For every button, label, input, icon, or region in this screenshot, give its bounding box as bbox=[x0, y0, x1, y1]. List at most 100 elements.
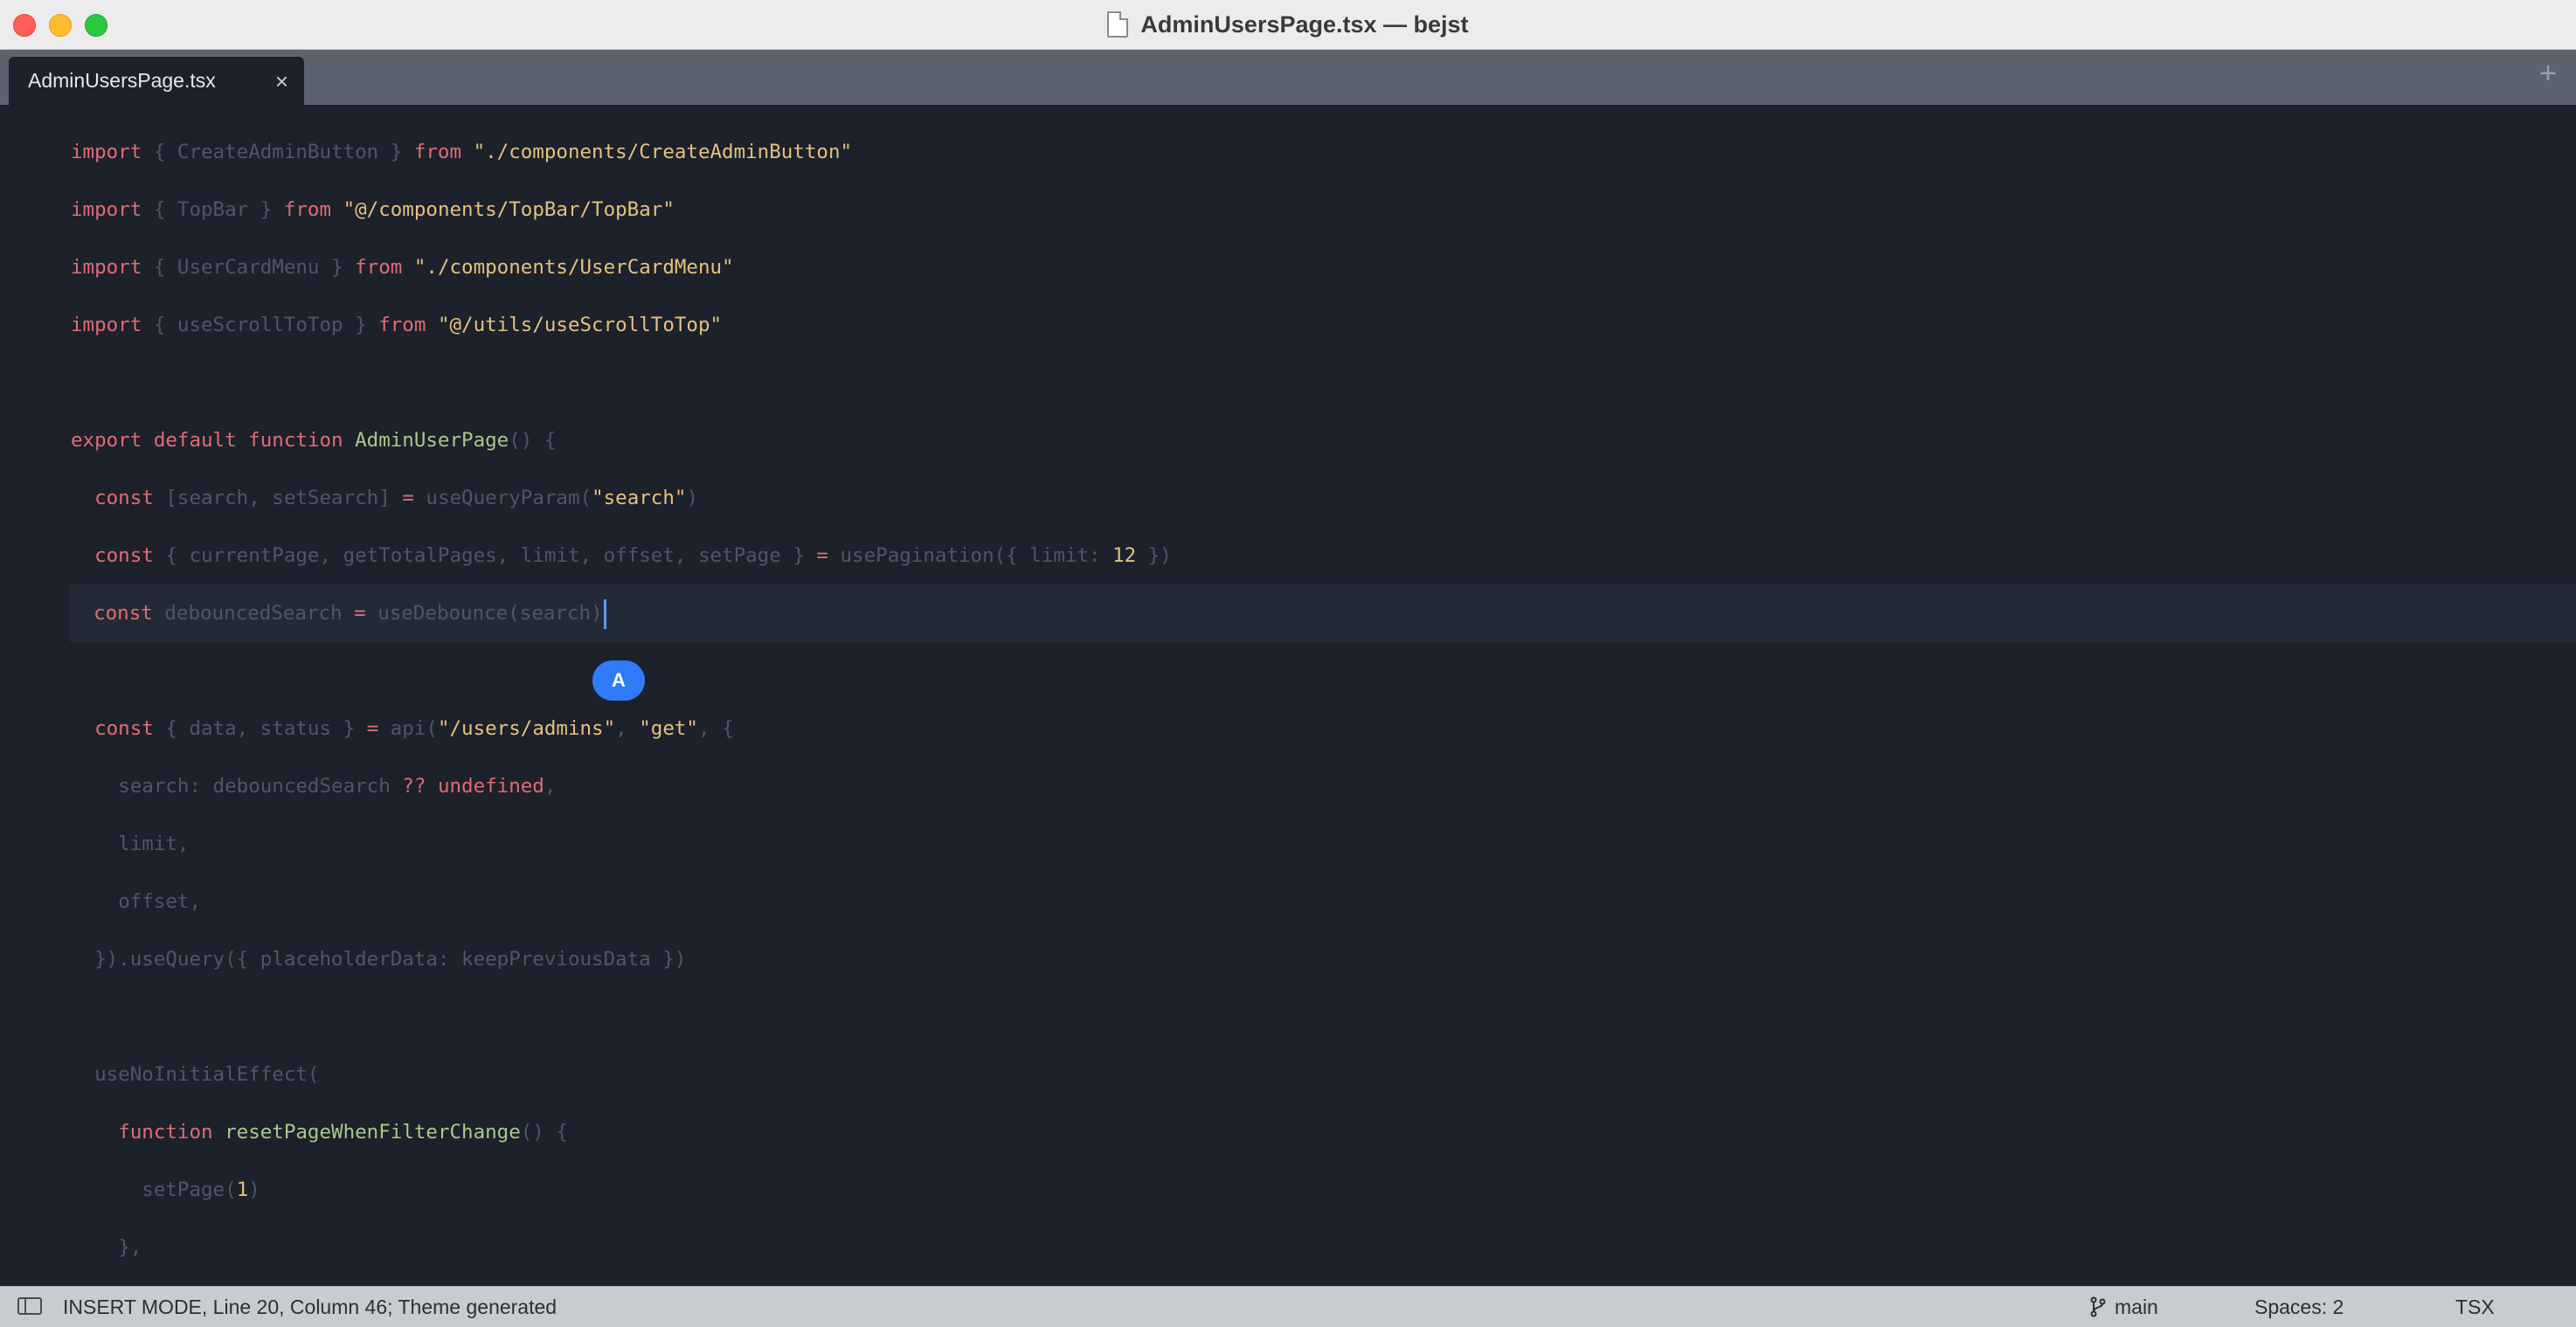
tab-close-icon[interactable]: × bbox=[275, 70, 288, 93]
code-token: const bbox=[94, 717, 154, 740]
code-token: useNoInitialEffect( bbox=[94, 1063, 320, 1086]
code-line[interactable]: setPage(1) bbox=[0, 1161, 2576, 1219]
code-line[interactable]: const { data, status } = api("/users/adm… bbox=[0, 700, 2576, 757]
code-line[interactable]: import { UserCardMenu } from "./componen… bbox=[0, 238, 2576, 296]
code-line[interactable]: function resetPageWhenFilterChange() { bbox=[0, 1103, 2576, 1161]
code-line[interactable]: }).useQuery({ placeholderData: keepPrevi… bbox=[0, 930, 2576, 988]
code-line[interactable]: const { currentPage, getTotalPages, limi… bbox=[0, 527, 2576, 584]
code-line[interactable]: limit, bbox=[0, 815, 2576, 873]
code-token: limit, bbox=[118, 833, 190, 855]
code-token: ) bbox=[686, 487, 698, 509]
editor-window: AdminUsersPage.tsx — bejst AdminUsersPag… bbox=[0, 0, 2576, 1327]
code-token: "@/utils/useScrollToTop" bbox=[437, 314, 723, 336]
code-editor[interactable]: }, setPage(1) function resetPageWhenFilt… bbox=[0, 105, 2576, 1286]
code-token: offset, bbox=[118, 890, 202, 913]
text-cursor bbox=[603, 598, 606, 629]
code-token: "/users/admins" bbox=[437, 717, 616, 740]
code-token: AdminUserPage bbox=[355, 429, 509, 452]
code-token: "search" bbox=[592, 487, 687, 509]
window-title: AdminUsersPage.tsx — bejst bbox=[0, 0, 2576, 49]
code-token: , bbox=[615, 717, 640, 740]
code-token: undefined bbox=[437, 775, 544, 798]
code-token: const bbox=[94, 544, 154, 567]
code-token: from bbox=[355, 256, 403, 279]
document-icon bbox=[1107, 11, 1129, 38]
code-line[interactable]: export default function AdminUserPage() … bbox=[0, 411, 2576, 469]
code-token: = bbox=[354, 602, 366, 625]
code-token: ) bbox=[248, 1178, 260, 1201]
code-token: "get" bbox=[639, 717, 698, 740]
code-token: = bbox=[366, 717, 379, 740]
code-token: { useScrollToTop } bbox=[142, 314, 379, 336]
code-token: }) bbox=[1136, 544, 1172, 567]
code-token: api( bbox=[378, 717, 438, 740]
code-line[interactable] bbox=[0, 988, 2576, 1046]
indentation-setting[interactable]: Spaces: 2 bbox=[2254, 1287, 2344, 1327]
code-line[interactable]: import { useScrollToTop } from "@/utils/… bbox=[0, 296, 2576, 354]
collaborator-avatar[interactable]: A bbox=[592, 660, 645, 701]
code-token: "@/components/TopBar/TopBar" bbox=[343, 198, 675, 221]
code-line[interactable]: import { TopBar } from "@/components/Top… bbox=[0, 181, 2576, 238]
code-token: const bbox=[93, 602, 153, 625]
code-token: from bbox=[413, 141, 462, 163]
code-line[interactable]: search: debouncedSearch ?? undefined, bbox=[0, 757, 2576, 815]
code-token: () { bbox=[520, 1121, 568, 1144]
code-token: const bbox=[94, 487, 154, 509]
title-bar: AdminUsersPage.tsx — bejst bbox=[0, 0, 2576, 50]
code-line[interactable]: const debouncedSearch = useDebounce(sear… bbox=[70, 584, 2576, 642]
code-token: from bbox=[378, 314, 426, 336]
code-token: import bbox=[71, 314, 142, 336]
code-line[interactable]: offset, bbox=[0, 873, 2576, 930]
tab-label: AdminUsersPage.tsx bbox=[28, 69, 216, 92]
code-token: 1 bbox=[236, 1178, 249, 1201]
code-line[interactable]: useNoInitialEffect( bbox=[0, 1046, 2576, 1103]
code-token: { UserCardMenu } bbox=[142, 256, 356, 279]
code-token: debouncedSearch bbox=[152, 602, 355, 625]
code-token: [search, setSearch] bbox=[153, 487, 403, 509]
code-token: resetPageWhenFilterChange bbox=[225, 1121, 521, 1144]
sidebar-toggle-icon[interactable] bbox=[17, 1297, 42, 1315]
code-token: search: debouncedSearch bbox=[118, 775, 403, 798]
code-token: useDebounce(search) bbox=[365, 602, 603, 625]
code-token: setPage( bbox=[142, 1178, 237, 1201]
code-line[interactable]: import { CreateAdminButton } from "./com… bbox=[0, 123, 2576, 181]
tab-admin-users-page[interactable]: AdminUsersPage.tsx × bbox=[9, 57, 304, 105]
code-line[interactable]: const [search, setSearch] = useQueryPara… bbox=[0, 469, 2576, 527]
code-token: from bbox=[283, 198, 332, 221]
code-token: export default function bbox=[71, 429, 343, 452]
code-token: import bbox=[71, 256, 142, 279]
status-mode: INSERT MODE, Line 20, Column 46; Theme g… bbox=[63, 1296, 557, 1318]
code-token: }).useQuery({ placeholderData: keepPrevi… bbox=[94, 948, 687, 971]
new-tab-icon[interactable]: + bbox=[2539, 59, 2557, 88]
code-token: function bbox=[118, 1121, 213, 1144]
code-token: , bbox=[544, 775, 557, 798]
code-line[interactable] bbox=[0, 642, 2576, 700]
code-token: , { bbox=[697, 717, 734, 740]
status-bar: INSERT MODE, Line 20, Column 46; Theme g… bbox=[0, 1286, 2576, 1327]
code-line[interactable] bbox=[0, 354, 2576, 411]
git-branch[interactable]: main bbox=[2090, 1287, 2158, 1327]
code-token: = bbox=[402, 487, 414, 509]
window-title-text: AdminUsersPage.tsx — bejst bbox=[1140, 10, 1469, 38]
code-token: import bbox=[71, 141, 142, 163]
code-token: () { bbox=[509, 429, 557, 452]
language-mode[interactable]: TSX bbox=[2455, 1287, 2495, 1327]
code-line[interactable]: }, bbox=[0, 1219, 2576, 1276]
git-branch-icon bbox=[2090, 1296, 2106, 1317]
